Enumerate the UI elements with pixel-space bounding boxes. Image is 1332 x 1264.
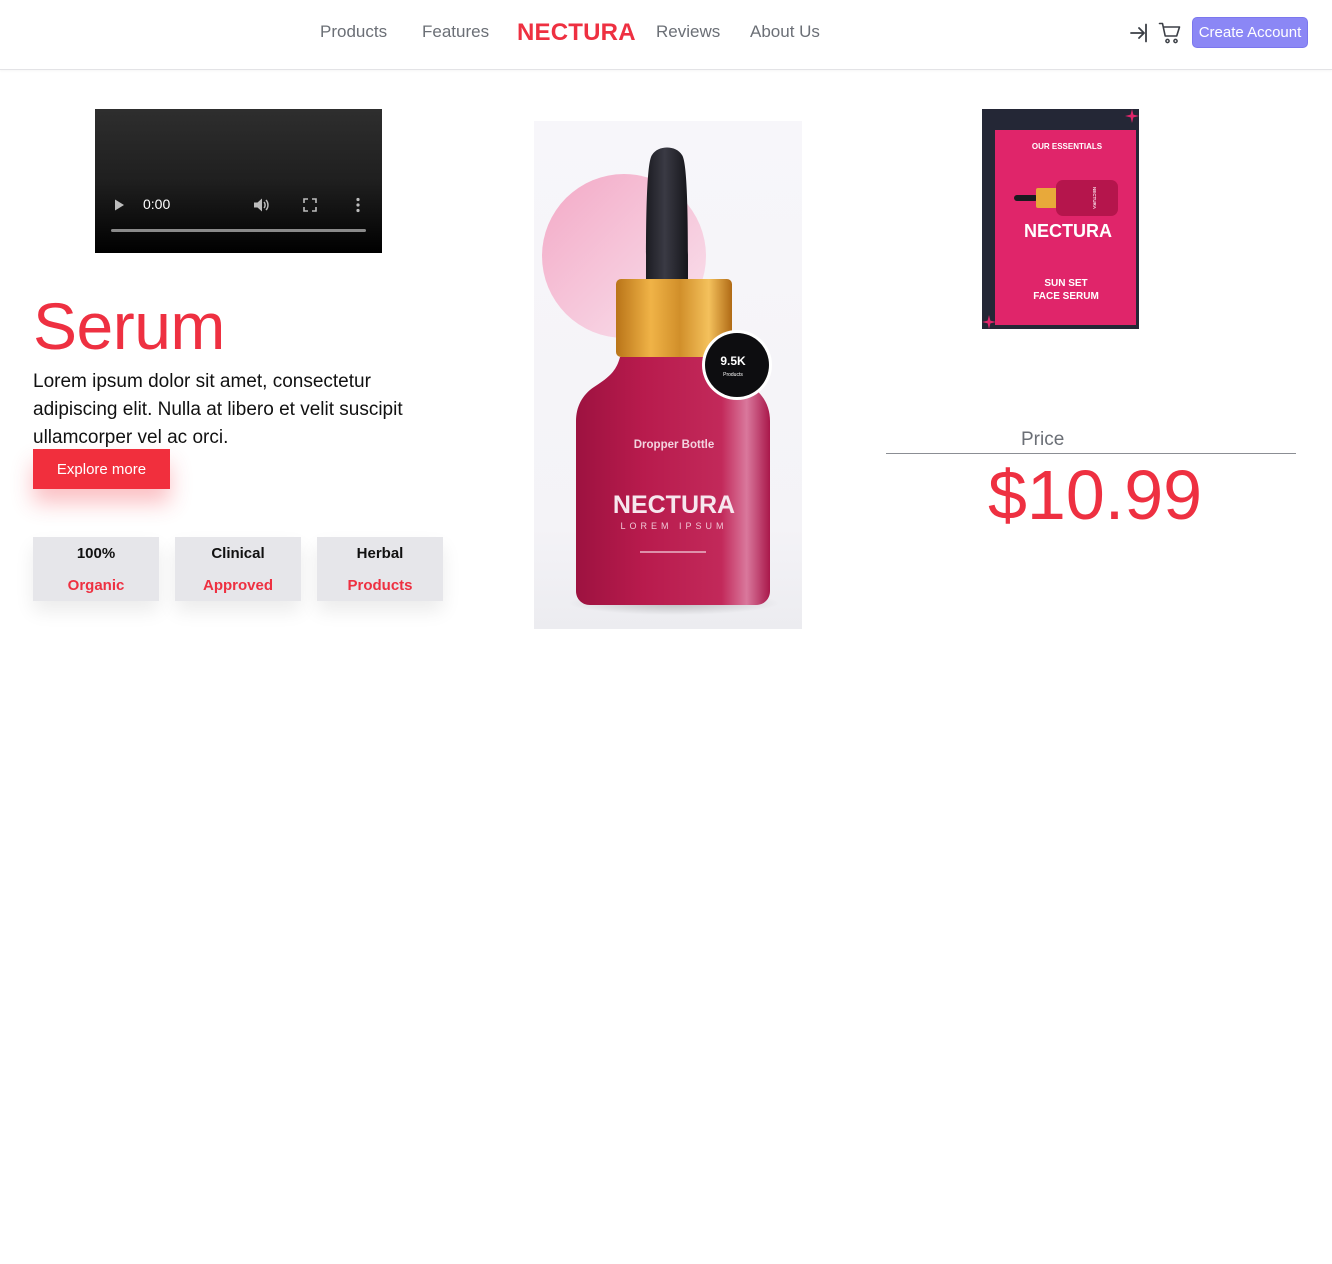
nav-link-features[interactable]: Features [422, 22, 489, 42]
hero-description: Lorem ipsum dolor sit amet, consectetur … [33, 371, 403, 448]
badge-caption: Products [723, 372, 743, 378]
promo-card-graphic: OUR ESSENTIALS NECTURA NECTURA SUN SET F… [982, 109, 1139, 329]
sparkle-icon [982, 315, 996, 329]
brand-logo[interactable]: NECTURA [517, 19, 636, 47]
sign-in-icon[interactable] [1128, 21, 1152, 45]
badge-value: 9.5K [720, 354, 746, 368]
site-header: Products Features NECTURA Reviews About … [0, 0, 1332, 70]
promo-brand: NECTURA [1024, 221, 1112, 241]
promo-subtitle-line1: SUN SET [1044, 278, 1087, 289]
sparkle-icon [1125, 109, 1139, 123]
product-image: Dropper Bottle NECTURA LOREM IPSUM 9.5K … [534, 121, 802, 629]
volume-icon[interactable] [252, 196, 270, 214]
video-time: 0:00 [143, 196, 171, 212]
cart-icon[interactable] [1158, 21, 1182, 45]
nav-link-reviews[interactable]: Reviews [656, 22, 720, 42]
feature-card-subtitle: Organic [67, 577, 125, 594]
nav-link-about-us[interactable]: About Us [750, 22, 820, 42]
bottle-tagline: LOREM IPSUM [620, 521, 727, 531]
create-account-button[interactable]: Create Account [1192, 17, 1308, 48]
feature-card-organic: 100% Organic [33, 537, 159, 601]
feature-card-products: Herbal Products [317, 537, 443, 601]
bottle-label: Dropper Bottle [634, 439, 715, 451]
price-value: $10.99 [988, 456, 1203, 534]
feature-card-title: Clinical [211, 545, 265, 562]
price-label: Price [1021, 429, 1065, 450]
feature-card-subtitle: Products [347, 577, 413, 594]
video-player[interactable]: 0:00 [95, 109, 382, 253]
promo-bottle-text: NECTURA [1092, 187, 1097, 210]
promo-subtitle-line2: FACE SERUM [1033, 291, 1099, 302]
feature-card-title: Herbal [356, 545, 404, 562]
feature-card-subtitle: Approved [202, 577, 273, 594]
serum-bottle-illustration: Dropper Bottle NECTURA LOREM IPSUM 9.5K … [542, 147, 779, 615]
more-options-icon[interactable] [353, 196, 363, 214]
fullscreen-icon[interactable] [302, 197, 318, 213]
video-progress-bar[interactable] [111, 229, 366, 232]
promo-card: OUR ESSENTIALS NECTURA NECTURA SUN SET F… [982, 109, 1139, 329]
play-icon[interactable] [112, 198, 126, 212]
nav-link-products[interactable]: Products [320, 22, 387, 42]
feature-card-title: 100% [76, 545, 116, 562]
promo-heading: OUR ESSENTIALS [1032, 142, 1103, 151]
explore-more-button[interactable]: Explore more [33, 449, 170, 489]
bottle-brand: NECTURA [613, 491, 735, 519]
price-divider [886, 453, 1296, 454]
hero-title: Serum [33, 289, 225, 363]
feature-card-approved: Clinical Approved [175, 537, 301, 601]
